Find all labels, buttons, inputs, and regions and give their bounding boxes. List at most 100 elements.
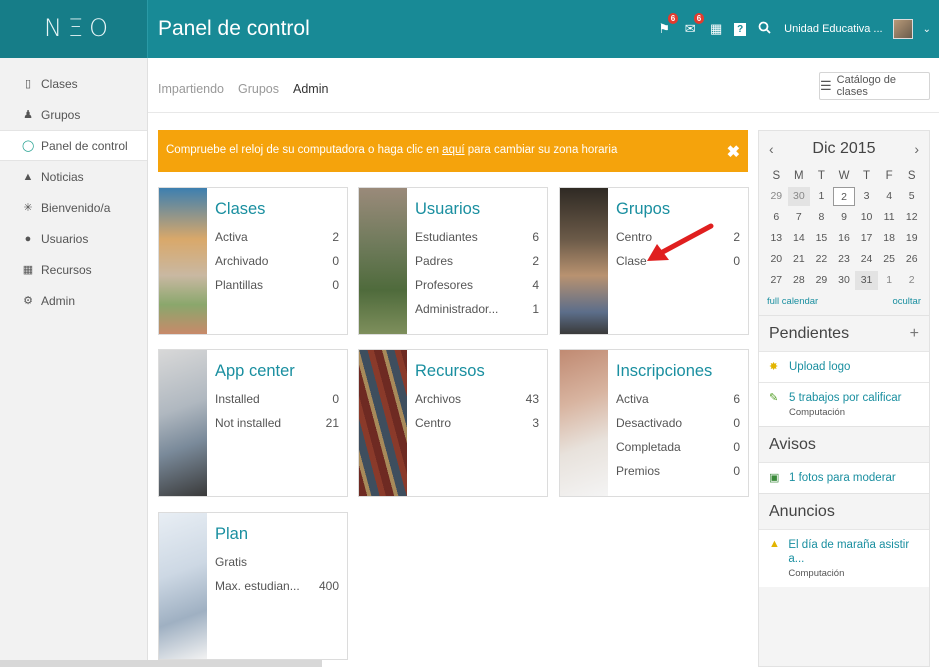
calendar-day[interactable]: 8 (810, 208, 833, 227)
calendar-day[interactable]: 2 (900, 271, 923, 290)
chevron-right-icon[interactable]: › (914, 141, 919, 157)
tab-grupos[interactable]: Grupos (238, 82, 279, 96)
aviso-link[interactable]: 1 fotos para moderar (789, 471, 896, 485)
calendar-day[interactable]: 31 (855, 271, 878, 290)
calendar-day[interactable]: 1 (810, 187, 833, 206)
hide-calendar-link[interactable]: ocultar (892, 296, 921, 307)
logo-area[interactable]: NΞO (0, 0, 148, 58)
horizontal-scrollbar[interactable] (0, 660, 322, 667)
sidebar-item-recursos[interactable]: ▦ Recursos (0, 254, 147, 285)
pendiente-link[interactable]: Upload logo (789, 360, 850, 374)
org-name[interactable]: Unidad Educativa ... (784, 23, 882, 35)
calendar-day[interactable]: 1 (878, 271, 901, 290)
sidebar-item-admin[interactable]: ⚙ Admin (0, 285, 147, 316)
people-icon: ♟ (23, 109, 33, 121)
plan-image (159, 513, 207, 659)
calendar-day[interactable]: 21 (788, 250, 811, 269)
calendar-day[interactable]: 3 (855, 187, 878, 206)
card-usuarios[interactable]: Usuarios Estudiantes 6 Padres 2 Profesores… (358, 187, 548, 335)
calendar-day[interactable]: 5 (900, 187, 923, 206)
card-title[interactable]: Inscripciones (616, 362, 740, 381)
card-clases[interactable]: Clases Activa 2 Archivado 0 Plantillas 0 (158, 187, 348, 335)
calendar-day[interactable]: 23 (833, 250, 856, 269)
card-title[interactable]: Grupos (616, 200, 740, 219)
card-plan[interactable]: Plan Gratis Max. estudian... 400 (158, 512, 348, 660)
calendar-day[interactable]: 20 (765, 250, 788, 269)
catalog-button[interactable]: ☰ Catálogo de clases (819, 72, 930, 100)
add-icon[interactable]: + (910, 325, 919, 343)
card-title[interactable]: Plan (215, 525, 339, 544)
pendiente-link[interactable]: 5 trabajos por calificar (789, 391, 902, 405)
weekday-label: T (817, 170, 825, 182)
card-inscripciones[interactable]: Inscripciones Activa 6 Desactivado 0 Compl… (559, 349, 749, 497)
calendar-day[interactable]: 16 (833, 229, 856, 248)
calendar-day[interactable]: 19 (900, 229, 923, 248)
row-value: 3 (532, 416, 539, 430)
card-title[interactable]: Usuarios (415, 200, 539, 219)
anuncio-link[interactable]: El día de maraña asistir a... (788, 538, 921, 566)
card-row: Not installed 21 (215, 415, 339, 439)
row-value: 400 (318, 579, 339, 593)
menu-icon: ☰ (820, 78, 832, 93)
tab-impartiendo[interactable]: Impartiendo (158, 82, 224, 96)
calendar-day[interactable]: 29 (765, 187, 788, 206)
weekday-label: S (772, 170, 781, 182)
calendar-day[interactable]: 7 (788, 208, 811, 227)
pendiente-item[interactable]: ✎ 5 trabajos por calificar Computación (759, 382, 929, 426)
calendar-day[interactable]: 28 (788, 271, 811, 290)
card-recursos[interactable]: Recursos Archivos 43 Centro 3 (358, 349, 548, 497)
row-value: 21 (325, 416, 339, 430)
help-icon[interactable]: ? (734, 22, 747, 36)
card-title[interactable]: Clases (215, 200, 339, 219)
calendar-day[interactable]: 25 (878, 250, 901, 269)
sidebar-item-clases[interactable]: ▯ Clases (0, 68, 147, 99)
card-app-center[interactable]: App center Installed 0 Not installed 21 (158, 349, 348, 497)
pendiente-item[interactable]: ✸ Upload logo (759, 351, 929, 382)
calendar-day[interactable]: 9 (833, 208, 856, 227)
close-icon[interactable]: ✖ (727, 142, 740, 162)
calendar-day[interactable]: 27 (765, 271, 788, 290)
calendar-day[interactable]: 14 (788, 229, 811, 248)
calendar-day[interactable]: 17 (855, 229, 878, 248)
calendar-day[interactable]: 12 (900, 208, 923, 227)
calendar-icon[interactable]: ▦ (708, 21, 724, 37)
notifications-icon[interactable]: ⚑ 6 (656, 13, 679, 37)
aviso-item[interactable]: ▣ 1 fotos para moderar (759, 462, 929, 493)
calendar-day[interactable]: 13 (765, 229, 788, 248)
calendar-day[interactable]: 24 (855, 250, 878, 269)
lightbulb-icon: ✸ (769, 361, 779, 373)
calendar-day[interactable]: 30 (787, 187, 811, 206)
chevron-left-icon[interactable]: ‹ (769, 141, 774, 157)
sidebar-item-grupos[interactable]: ♟ Grupos (0, 99, 147, 130)
sidebar-item-usuarios[interactable]: ● Usuarios (0, 223, 147, 254)
full-calendar-link[interactable]: full calendar (767, 296, 818, 307)
chevron-down-icon[interactable]: ⌄ (923, 24, 931, 35)
calendar-day[interactable]: 10 (855, 208, 878, 227)
divider (148, 112, 939, 113)
calendar-day[interactable]: 6 (765, 208, 788, 227)
row-value: 43 (525, 392, 539, 406)
avatar[interactable] (892, 19, 913, 39)
search-icon[interactable] (756, 21, 772, 37)
sidebar-item-bienvenido[interactable]: ✳ Bienvenido/a (0, 192, 147, 223)
calendar-day[interactable]: 15 (810, 229, 833, 248)
anuncio-item[interactable]: ▲ El día de maraña asistir a... Computac… (759, 529, 929, 587)
card-title[interactable]: App center (215, 362, 339, 381)
calendar-day[interactable]: 22 (810, 250, 833, 269)
tab-admin[interactable]: Admin (293, 82, 328, 96)
sidebar-item-panel-de-control[interactable]: ◯ Panel de control (0, 130, 147, 161)
calendar-day-today[interactable]: 2 (832, 187, 856, 206)
calendar-day[interactable]: 4 (878, 187, 901, 206)
weekday-label: S (907, 170, 916, 182)
calendar-day[interactable]: 11 (878, 208, 901, 227)
neo-logo[interactable]: NΞO (44, 14, 114, 42)
sidebar-item-noticias[interactable]: ▲ Noticias (0, 161, 147, 192)
calendar-day[interactable]: 29 (810, 271, 833, 290)
calendar-day[interactable]: 30 (833, 271, 856, 290)
card-title[interactable]: Recursos (415, 362, 539, 381)
banner-link[interactable]: aquí (442, 144, 464, 156)
calendar-day[interactable]: 26 (900, 250, 923, 269)
right-panel: ‹ Dic 2015 › S M T W T F S 29 30 1 2 3 4… (758, 130, 930, 667)
calendar-day[interactable]: 18 (878, 229, 901, 248)
messages-icon[interactable]: ✉ 6 (682, 13, 705, 37)
